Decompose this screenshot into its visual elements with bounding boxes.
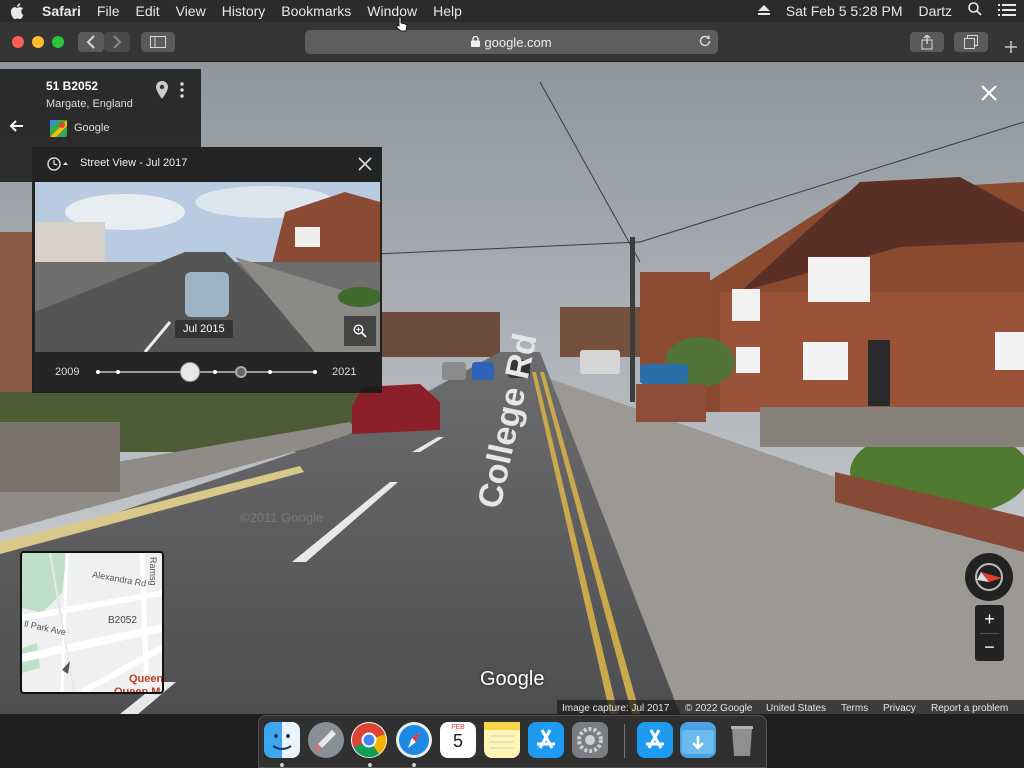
menu-window[interactable]: Window [359,0,425,22]
apple-menu-icon[interactable] [0,0,34,22]
finder-icon[interactable] [264,722,300,758]
close-street-view-icon[interactable] [980,84,998,107]
timeline-current-marker[interactable] [235,366,247,378]
minimap-label-ramsg: Ramsg [148,557,158,586]
sidebar-toggle-button[interactable] [141,32,175,52]
system-preferences-icon[interactable] [572,722,608,758]
safari-running-indicator [412,763,416,767]
compass-control[interactable] [965,553,1013,601]
history-clock-icon[interactable] [46,156,68,177]
notification-center-icon[interactable] [990,0,1024,22]
report-problem-link[interactable]: Report a problem [931,703,1008,714]
address-bar[interactable]: google.com [305,30,718,54]
menu-bar: Safari File Edit View History Bookmarks … [0,0,1024,22]
place-title: 51 B2052 [46,79,99,93]
spotlight-search-icon[interactable] [960,0,990,22]
privacy-link[interactable]: Privacy [883,703,916,714]
close-timeline-icon[interactable] [358,157,372,176]
new-tab-button[interactable] [998,32,1024,62]
menu-app-name[interactable]: Safari [34,0,89,22]
road-watermark: ©2011 Google [240,510,323,525]
calendar-month: FEB [451,724,465,731]
mouse-cursor-icon [396,16,408,37]
url-text: google.com [484,34,552,50]
zoom-in-button[interactable]: + [975,605,1004,633]
trash-icon[interactable] [724,722,760,758]
terms-link[interactable]: Terms [841,703,868,714]
menubar-user[interactable]: Dartz [911,0,960,22]
lock-icon [471,35,481,50]
timeline-end-year: 2021 [332,366,357,378]
timeline-tick[interactable] [213,370,217,374]
minimap[interactable]: Alexandra Rd B2052 Ramsg ll Park Ave Que… [20,551,164,694]
timeline-tick[interactable] [96,370,100,374]
time-travel-panel: Street View - Jul 2017 Jul 2015 2009 202… [32,147,382,393]
share-button[interactable] [910,32,944,52]
place-subtitle: Margate, England [46,98,133,110]
tab-overview-button[interactable] [954,32,988,52]
country-link[interactable]: United States [766,703,826,714]
notes-icon[interactable] [484,722,520,758]
app-store-icon-2[interactable] [637,722,673,758]
eject-icon[interactable] [750,0,778,22]
calendar-icon[interactable]: FEB 5 [440,722,476,758]
menubar-clock[interactable]: Sat Feb 5 5:28 PM [778,0,911,22]
timeline-slider[interactable] [96,362,317,382]
zoom-out-button[interactable]: − [975,633,1004,661]
street-view-viewport[interactable]: College Rd ©2011 Google 51 B2052 Margate… [0,62,1024,714]
minimap-label-queen: Queen [129,673,164,685]
zoom-window-button[interactable] [52,36,64,48]
back-to-map-button[interactable] [0,69,32,182]
zoom-thumbnail-icon[interactable] [344,316,376,346]
chrome-running-indicator [368,763,372,767]
timeline-slider-handle[interactable] [180,362,200,382]
reload-icon[interactable] [698,34,712,51]
browser-toolbar: google.com [0,22,1024,62]
minimap-label-b2052: B2052 [108,615,137,626]
image-capture-date: Image capture: Jul 2017 [562,703,670,714]
calendar-day: 5 [452,731,463,751]
dock: FEB 5 [258,715,767,768]
dock-separator [624,724,625,758]
menu-file[interactable]: File [89,0,128,22]
more-options-icon[interactable] [180,82,184,103]
close-window-button[interactable] [12,36,24,48]
menu-bookmarks[interactable]: Bookmarks [273,0,359,22]
minimize-window-button[interactable] [32,36,44,48]
app-store-icon[interactable] [528,722,564,758]
downloads-folder-icon[interactable] [680,722,716,758]
menu-edit[interactable]: Edit [127,0,167,22]
compass-needle-icon [975,563,1003,591]
launchpad-icon[interactable] [308,722,344,758]
zoom-controls: + − [975,605,1004,661]
timeline-header: Street View - Jul 2017 [80,157,188,169]
thumbnail-date-badge: Jul 2015 [175,320,233,338]
provider-label: Google [74,122,110,134]
timeline-tick[interactable] [268,370,272,374]
timeline-tick[interactable] [313,370,317,374]
place-info-card: 51 B2052 Margate, England Google [32,69,201,147]
minimap-label-queen-m: Queen M [114,686,161,694]
finder-running-indicator [280,763,284,767]
timeline-thumbnail[interactable]: Jul 2015 [35,182,380,352]
menu-history[interactable]: History [214,0,274,22]
back-button[interactable] [78,32,104,52]
map-pin-icon[interactable] [156,81,168,104]
timeline-tick[interactable] [116,370,120,374]
timeline-start-year: 2009 [55,366,80,378]
chrome-icon[interactable] [351,722,387,758]
google-maps-logo-icon [50,120,67,142]
copyright-text: © 2022 Google [685,703,753,714]
google-logo: Google [480,668,545,690]
safari-icon[interactable] [396,722,432,758]
menu-help[interactable]: Help [425,0,470,22]
menu-view[interactable]: View [168,0,214,22]
forward-button[interactable] [104,32,130,52]
